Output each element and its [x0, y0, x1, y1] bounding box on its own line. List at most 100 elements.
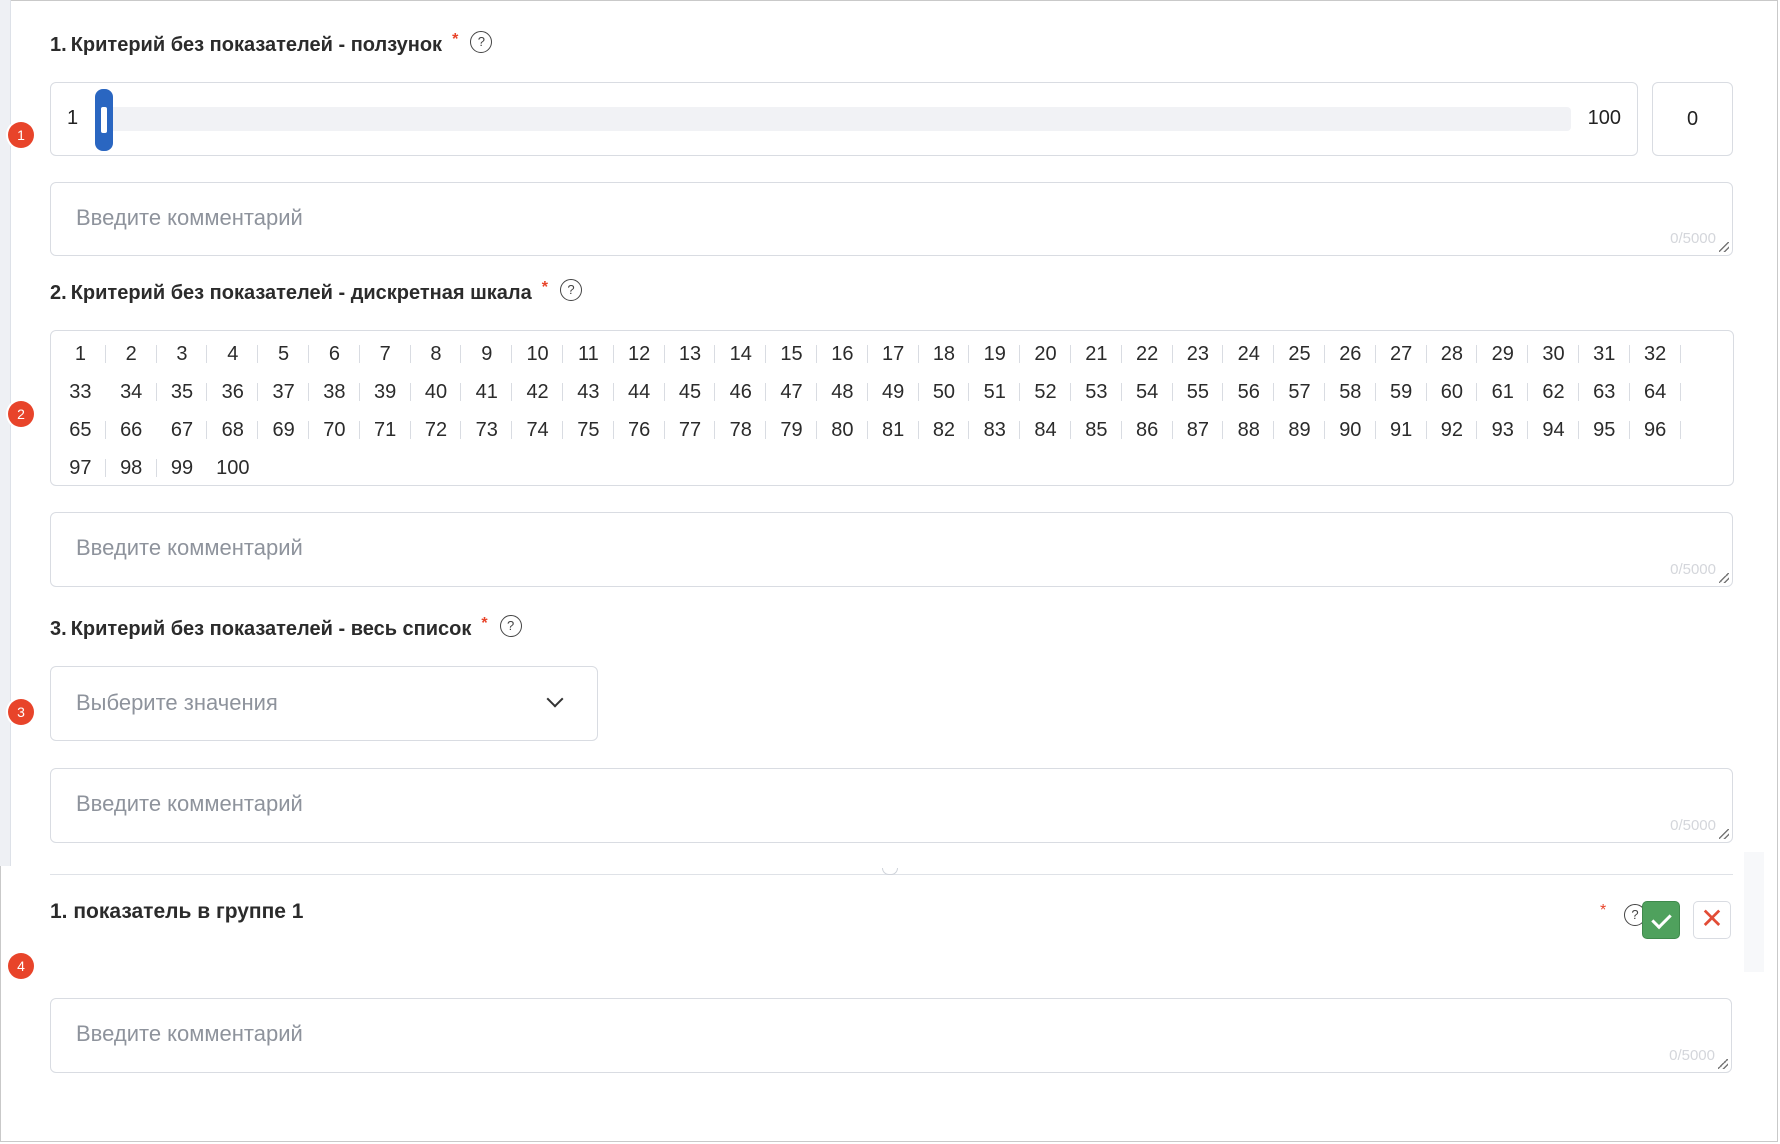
scale-option[interactable]: 39 [360, 373, 411, 411]
slider-thumb[interactable] [95, 89, 113, 151]
scale-option[interactable]: 11 [563, 335, 614, 373]
scale-option[interactable]: 20 [1020, 335, 1071, 373]
scale-option[interactable]: 96 [1630, 411, 1681, 449]
scale-option[interactable]: 26 [1325, 335, 1376, 373]
scale-option[interactable]: 34 [106, 373, 157, 411]
resize-handle-icon[interactable] [1719, 573, 1729, 583]
scale-option[interactable]: 57 [1274, 373, 1325, 411]
scale-option[interactable]: 65 [55, 411, 106, 449]
scale-option[interactable]: 100 [207, 449, 258, 487]
scale-option[interactable]: 59 [1376, 373, 1427, 411]
scale-option[interactable]: 67 [157, 411, 208, 449]
slider-field[interactable]: 1 100 [50, 82, 1638, 156]
scale-option[interactable]: 6 [309, 335, 360, 373]
scale-option[interactable]: 63 [1579, 373, 1630, 411]
slider-value-input[interactable]: 0 [1652, 82, 1733, 156]
cancel-button[interactable]: ✕ [1693, 901, 1731, 939]
scale-option[interactable]: 40 [411, 373, 462, 411]
scale-option[interactable]: 28 [1427, 335, 1478, 373]
scale-option[interactable]: 99 [157, 449, 208, 487]
scale-option[interactable]: 30 [1528, 335, 1579, 373]
scale-option[interactable]: 81 [868, 411, 919, 449]
scale-option[interactable]: 44 [614, 373, 665, 411]
scale-option[interactable]: 19 [969, 335, 1020, 373]
scale-option[interactable]: 75 [563, 411, 614, 449]
confirm-button[interactable] [1642, 901, 1680, 939]
scale-option[interactable]: 45 [665, 373, 716, 411]
scale-option[interactable]: 12 [614, 335, 665, 373]
scale-option[interactable]: 7 [360, 335, 411, 373]
scale-option[interactable]: 94 [1528, 411, 1579, 449]
scale-option[interactable]: 15 [766, 335, 817, 373]
scale-option[interactable]: 61 [1477, 373, 1528, 411]
scale-option[interactable]: 68 [207, 411, 258, 449]
scale-option[interactable]: 48 [817, 373, 868, 411]
scale-option[interactable]: 3 [157, 335, 208, 373]
scale-option[interactable]: 49 [868, 373, 919, 411]
comment-field-1[interactable]: Введите комментарий 0/5000 [50, 182, 1733, 256]
scale-option[interactable]: 18 [919, 335, 970, 373]
scale-option[interactable]: 84 [1020, 411, 1071, 449]
scale-option[interactable]: 43 [563, 373, 614, 411]
slider-track[interactable] [95, 89, 1571, 151]
scale-option[interactable]: 5 [258, 335, 309, 373]
scale-option[interactable]: 74 [512, 411, 563, 449]
scale-option[interactable]: 77 [665, 411, 716, 449]
scale-option[interactable]: 62 [1528, 373, 1579, 411]
scale-option[interactable]: 2 [106, 335, 157, 373]
help-icon[interactable]: ? [499, 614, 522, 637]
scale-option[interactable]: 46 [715, 373, 766, 411]
resize-handle-icon[interactable] [1718, 1059, 1728, 1069]
scale-option[interactable]: 88 [1223, 411, 1274, 449]
scale-option[interactable]: 66 [106, 411, 157, 449]
scale-option[interactable]: 54 [1122, 373, 1173, 411]
values-select[interactable]: Выберите значения [50, 666, 598, 741]
scale-option[interactable]: 16 [817, 335, 868, 373]
scale-option[interactable]: 47 [766, 373, 817, 411]
scale-option[interactable]: 10 [512, 335, 563, 373]
scale-option[interactable]: 25 [1274, 335, 1325, 373]
scale-option[interactable]: 71 [360, 411, 411, 449]
help-icon[interactable]: ? [559, 278, 582, 301]
scale-option[interactable]: 91 [1376, 411, 1427, 449]
scale-option[interactable]: 93 [1477, 411, 1528, 449]
scale-option[interactable]: 24 [1223, 335, 1274, 373]
scale-option[interactable]: 21 [1071, 335, 1122, 373]
comment-field-3[interactable]: Введите комментарий 0/5000 [50, 768, 1733, 843]
scale-option[interactable]: 69 [258, 411, 309, 449]
scale-option[interactable]: 90 [1325, 411, 1376, 449]
scale-option[interactable]: 9 [461, 335, 512, 373]
scale-option[interactable]: 33 [55, 373, 106, 411]
help-icon[interactable]: ? [470, 30, 493, 53]
scale-option[interactable]: 56 [1223, 373, 1274, 411]
scale-option[interactable]: 22 [1122, 335, 1173, 373]
scale-option[interactable]: 23 [1173, 335, 1224, 373]
scale-option[interactable]: 35 [157, 373, 208, 411]
scale-option[interactable]: 32 [1630, 335, 1681, 373]
scale-option[interactable]: 27 [1376, 335, 1427, 373]
scale-option[interactable]: 80 [817, 411, 868, 449]
scale-option[interactable]: 83 [969, 411, 1020, 449]
scale-option[interactable]: 82 [919, 411, 970, 449]
scale-option[interactable]: 58 [1325, 373, 1376, 411]
scale-option[interactable]: 97 [55, 449, 106, 487]
scale-option[interactable]: 50 [919, 373, 970, 411]
scale-option[interactable]: 95 [1579, 411, 1630, 449]
scale-option[interactable]: 51 [969, 373, 1020, 411]
scale-option[interactable]: 13 [665, 335, 716, 373]
scale-option[interactable]: 64 [1630, 373, 1681, 411]
scale-option[interactable]: 1 [55, 335, 106, 373]
scale-option[interactable]: 70 [309, 411, 360, 449]
scale-option[interactable]: 36 [207, 373, 258, 411]
scale-option[interactable]: 38 [309, 373, 360, 411]
scale-option[interactable]: 78 [715, 411, 766, 449]
scale-option[interactable]: 86 [1122, 411, 1173, 449]
comment-field-4[interactable]: Введите комментарий 0/5000 [50, 998, 1732, 1073]
scale-option[interactable]: 31 [1579, 335, 1630, 373]
scale-option[interactable]: 37 [258, 373, 309, 411]
scale-option[interactable]: 8 [411, 335, 462, 373]
scale-option[interactable]: 4 [207, 335, 258, 373]
scale-option[interactable]: 52 [1020, 373, 1071, 411]
scale-option[interactable]: 98 [106, 449, 157, 487]
resize-handle-icon[interactable] [1719, 829, 1729, 839]
